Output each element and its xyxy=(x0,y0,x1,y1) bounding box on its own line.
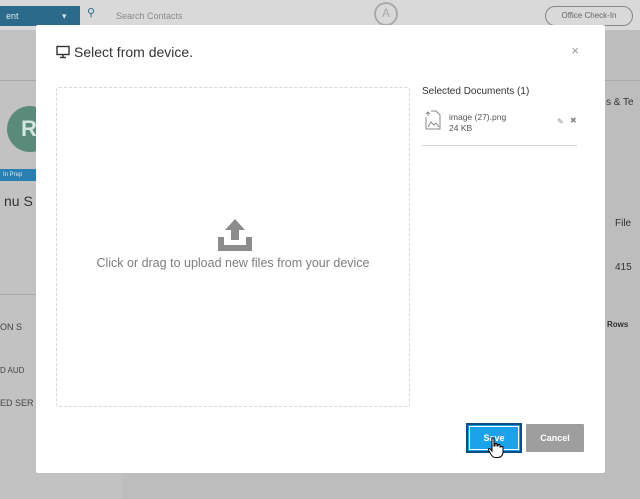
selected-documents-heading: Selected Documents (1) xyxy=(422,86,530,97)
divider xyxy=(0,294,36,295)
app-menu-button: ent ▾ xyxy=(0,6,80,26)
background-rows-label: Rows xyxy=(607,320,629,329)
sidebar-section-3: ED SER xyxy=(0,398,34,408)
cancel-button[interactable]: Cancel xyxy=(526,424,584,452)
dialog-title: Select from device. xyxy=(56,42,193,62)
sidebar-section-1: ON S xyxy=(0,322,23,332)
status-badge: In Prep xyxy=(0,169,40,181)
document-name: image (27).png xyxy=(449,112,507,122)
app-logo: A xyxy=(374,2,398,26)
select-from-device-dialog: Select from device. × Click or drag to u… xyxy=(36,25,605,473)
pencil-icon[interactable]: ✎ xyxy=(557,117,564,126)
hand-pointer-icon xyxy=(487,437,504,458)
chevron-down-icon: ▾ xyxy=(62,11,67,21)
search-input: Search Contacts xyxy=(116,11,183,21)
dialog-title-text: Select from device. xyxy=(74,44,194,60)
background-heading: s & Te xyxy=(606,97,634,108)
background-cell: 415 xyxy=(615,262,632,273)
dropzone-instructions: Click or drag to upload new files from y… xyxy=(96,256,370,270)
close-icon[interactable]: × xyxy=(571,43,579,58)
image-file-icon xyxy=(425,110,441,130)
office-checkin-button: Office Check-In xyxy=(545,6,633,26)
document-size: 24 KB xyxy=(449,123,473,133)
background-column-header: File xyxy=(615,218,632,229)
search-icon: ⚲ xyxy=(87,7,96,19)
contact-name: nu S xyxy=(4,193,33,209)
sidebar-section-2: D AUD xyxy=(0,366,25,375)
monitor-icon xyxy=(56,45,70,59)
list-item: image (27).png 24 KB ✎ ✖ xyxy=(422,107,577,146)
delete-icon[interactable]: ✖ xyxy=(570,116,577,125)
upload-dropzone[interactable]: Click or drag to upload new files from y… xyxy=(56,87,410,407)
app-menu-label: ent xyxy=(6,11,19,21)
upload-icon xyxy=(218,219,252,251)
